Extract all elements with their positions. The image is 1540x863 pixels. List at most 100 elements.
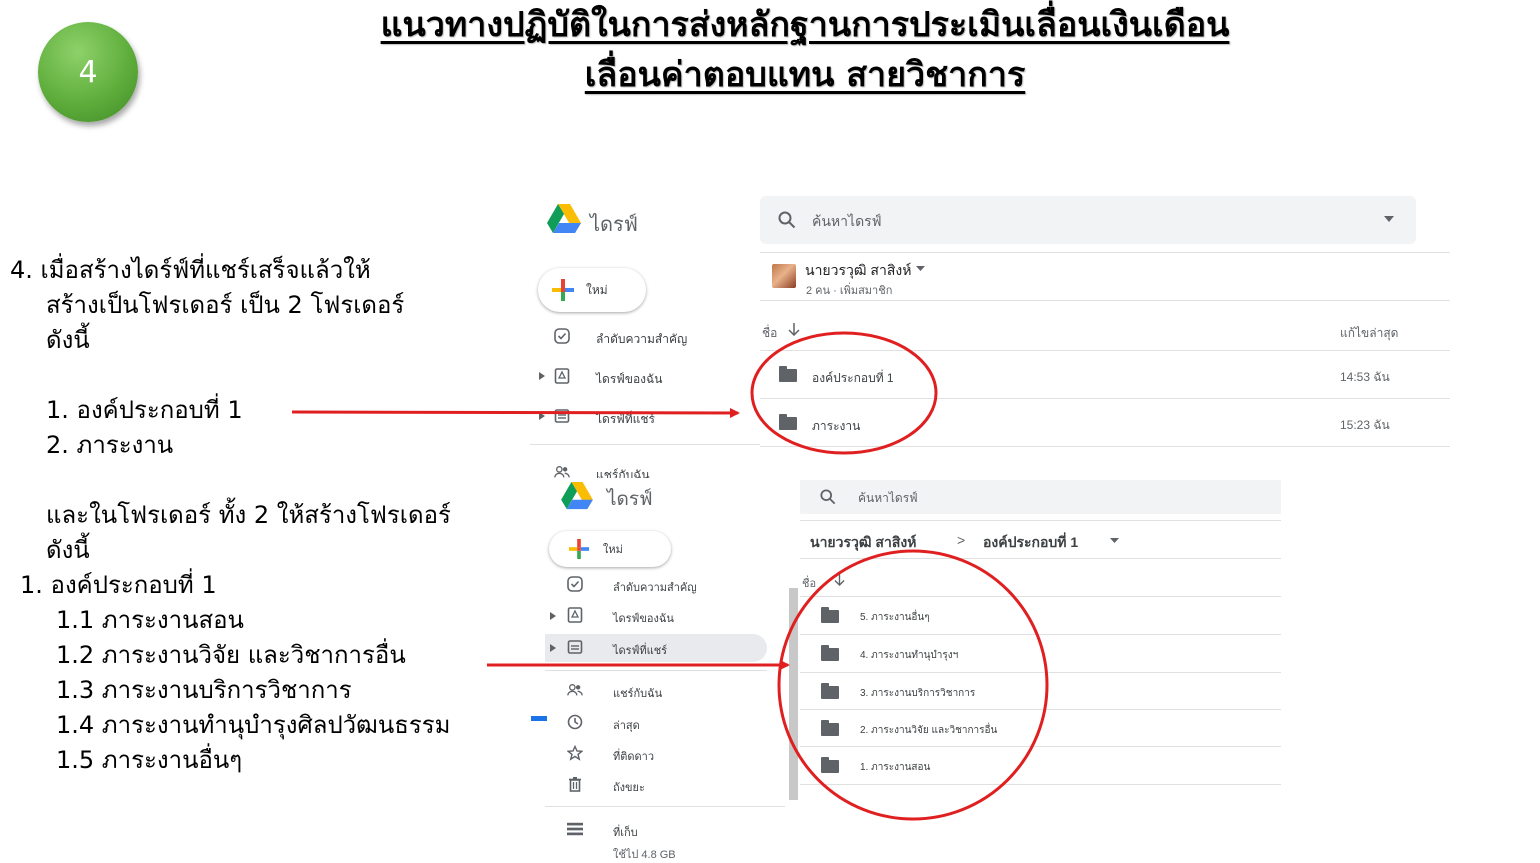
shared-drive-thumbnail [772, 264, 796, 288]
folder-name: 3. ภาระงานบริการวิชาการ [860, 688, 976, 699]
sidebar-item-label: ไดรฟ์ที่แชร์ [596, 412, 656, 426]
divider [760, 252, 1450, 253]
sidebar-item-recent[interactable]: ล่าสุด [545, 712, 767, 734]
breadcrumb-separator: > [957, 532, 966, 548]
sidebar-item-priority[interactable]: ลำดับความสำคัญ [545, 574, 767, 596]
drive-brand-label: ไดรฟ์ [607, 489, 653, 510]
instruction-folder-2: 2. ภาระงาน [46, 431, 174, 459]
step-number-badge: 4 [38, 22, 138, 122]
sidebar-item-starred[interactable]: ที่ติดดาว [545, 743, 767, 765]
divider [800, 520, 1281, 521]
star-icon [567, 745, 583, 761]
folder-name: 5. ภาระงานอื่นๆ [860, 612, 930, 623]
instruction-sub-intro-2: ดังนี้ [46, 536, 90, 564]
instruction-sub-intro-1: และในโฟรเดอร์ ทั้ง 2 ให้สร้างโฟรเดอร์ [46, 501, 451, 529]
my-drive-icon [567, 607, 583, 623]
table-row[interactable]: 5. ภาระงานอื่นๆ [800, 597, 1281, 634]
blue-marker [531, 716, 547, 721]
breadcrumb-root[interactable]: นายวรวุฒิ สาสิงห์ [810, 532, 916, 554]
chevron-down-icon[interactable] [916, 266, 925, 271]
table-row[interactable]: 3. ภาระงานบริการวิชาการ [800, 673, 1281, 710]
table-row[interactable]: ภาระงาน 15:23 ฉัน [760, 400, 1450, 446]
sidebar-item-my-drive[interactable]: ไดรฟ์ของฉัน [530, 366, 760, 388]
folder-icon [821, 607, 839, 623]
priority-check-icon [567, 576, 583, 592]
instruction-sub-item: 1.4 ภาระงานทำนุบำรุงศิลปวัฒนธรรม [56, 711, 451, 739]
divider [800, 784, 1281, 785]
sidebar-item-label: ไดรฟ์ของฉัน [613, 613, 674, 625]
sidebar-item-shared-drives[interactable]: ไดรฟ์ที่แชร์ [545, 634, 767, 662]
sidebar-item-my-drive[interactable]: ไดรฟ์ของฉัน [545, 605, 767, 627]
folder-name: 4. ภาระงานทำนุบำรุงฯ [860, 650, 959, 661]
breadcrumb-current[interactable]: องค์ประกอบที่ 1 [983, 532, 1078, 554]
folder-name: 2. ภาระงานวิจัย และวิชาการอื่น [860, 725, 998, 736]
divider [800, 558, 1281, 559]
divider [760, 350, 1450, 351]
divider [760, 398, 1450, 399]
plus-icon [552, 279, 574, 301]
slide-title-line-1: แนวทางปฏิบัติในการส่งหลักฐานการประเมินเล… [380, 5, 1230, 45]
sidebar-item-label: ถังขยะ [613, 782, 645, 794]
sidebar-item-label: ไดรฟ์ของฉัน [596, 372, 663, 386]
new-button[interactable]: ใหม่ [549, 531, 671, 567]
trash-icon [567, 776, 583, 792]
drive-screenshot-shared-drive: ไดรฟ์ ค้นหาไดรฟ์ ใหม่ ลำดับความสำคัญ ไดร… [530, 186, 1450, 486]
folder-icon [779, 414, 797, 430]
expand-arrow-icon[interactable] [539, 412, 545, 420]
expand-arrow-icon[interactable] [550, 644, 556, 652]
search-placeholder: ค้นหาไดรฟ์ [812, 213, 882, 229]
sidebar-item-shared-drives[interactable]: ไดรฟ์ที่แชร์ [530, 406, 760, 428]
divider [545, 670, 767, 671]
sidebar-item-shared-with-me[interactable]: แชร์กับฉัน [545, 680, 767, 702]
table-row[interactable]: 1. ภาระงานสอน [800, 747, 1281, 784]
sidebar-item-label: แชร์กับฉัน [613, 688, 663, 700]
search-icon [778, 211, 796, 229]
sidebar-item-priority[interactable]: ลำดับความสำคัญ [530, 326, 760, 348]
sidebar-item-label: ที่ติดดาว [613, 751, 655, 763]
search-bar[interactable]: ค้นหาไดรฟ์ [760, 196, 1416, 244]
shared-drive-members[interactable]: 2 คน · เพิ่มสมาชิก [806, 281, 892, 299]
new-button[interactable]: ใหม่ [538, 268, 646, 312]
chevron-down-icon[interactable] [1110, 538, 1119, 543]
instruction-sub-item: 1.2 ภาระงานวิจัย และวิชาการอื่น [56, 641, 406, 669]
folder-icon [821, 683, 839, 699]
people-icon [567, 682, 583, 698]
table-row[interactable]: องค์ประกอบที่ 1 14:53 ฉัน [760, 352, 1450, 398]
sidebar-item-label: ไดรฟ์ที่แชร์ [613, 645, 668, 657]
instruction-sub-item: 1.1 ภาระงานสอน [56, 606, 244, 634]
folder-name: องค์ประกอบที่ 1 [812, 371, 894, 385]
table-row[interactable]: 4. ภาระงานทำนุบำรุงฯ [800, 635, 1281, 672]
search-bar[interactable]: ค้นหาไดรฟ์ [800, 480, 1281, 514]
storage-icon [567, 821, 583, 837]
expand-arrow-icon[interactable] [539, 372, 545, 380]
sidebar-item-storage[interactable]: ที่เก็บ [545, 819, 767, 841]
column-header-modified[interactable]: แก้ไขล่าสุด [1340, 324, 1398, 343]
divider [760, 446, 1450, 447]
column-header-name[interactable]: ชื่อ [762, 324, 777, 343]
google-drive-logo-icon [561, 482, 593, 510]
scrollbar[interactable] [789, 588, 798, 800]
expand-arrow-icon[interactable] [550, 612, 556, 620]
shared-drives-icon [554, 408, 570, 424]
column-header-name[interactable]: ชื่อ [802, 574, 816, 592]
sidebar-item-label: ที่เก็บ [613, 827, 638, 839]
sidebar-item-label: ลำดับความสำคัญ [613, 582, 697, 594]
priority-check-icon [554, 328, 570, 344]
instruction-folder-1: 1. องค์ประกอบที่ 1 [46, 396, 243, 424]
sidebar-item-label: ลำดับความสำคัญ [596, 332, 688, 346]
folder-icon [821, 757, 839, 773]
modified-time: 15:23 ฉัน [1340, 418, 1390, 432]
google-drive-logo-icon [547, 204, 581, 233]
storage-usage-text: ใช้ไป 4.8 GB [613, 849, 676, 861]
shared-drive-title[interactable]: นายวรวุฒิ สาสิงห์ [805, 260, 911, 282]
search-options-dropdown-icon[interactable] [1384, 216, 1394, 222]
new-button-label: ใหม่ [586, 282, 608, 297]
sort-arrow-down-icon[interactable] [834, 574, 845, 586]
sidebar-item-trash[interactable]: ถังขยะ [545, 774, 767, 796]
table-row[interactable]: 2. ภาระงานวิจัย และวิชาการอื่น [800, 710, 1281, 747]
folder-name: 1. ภาระงานสอน [860, 762, 931, 773]
sidebar-item-label: ล่าสุด [613, 720, 640, 732]
modified-time: 14:53 ฉัน [1340, 370, 1390, 384]
sort-arrow-down-icon[interactable] [788, 323, 800, 336]
folder-icon [779, 366, 797, 382]
